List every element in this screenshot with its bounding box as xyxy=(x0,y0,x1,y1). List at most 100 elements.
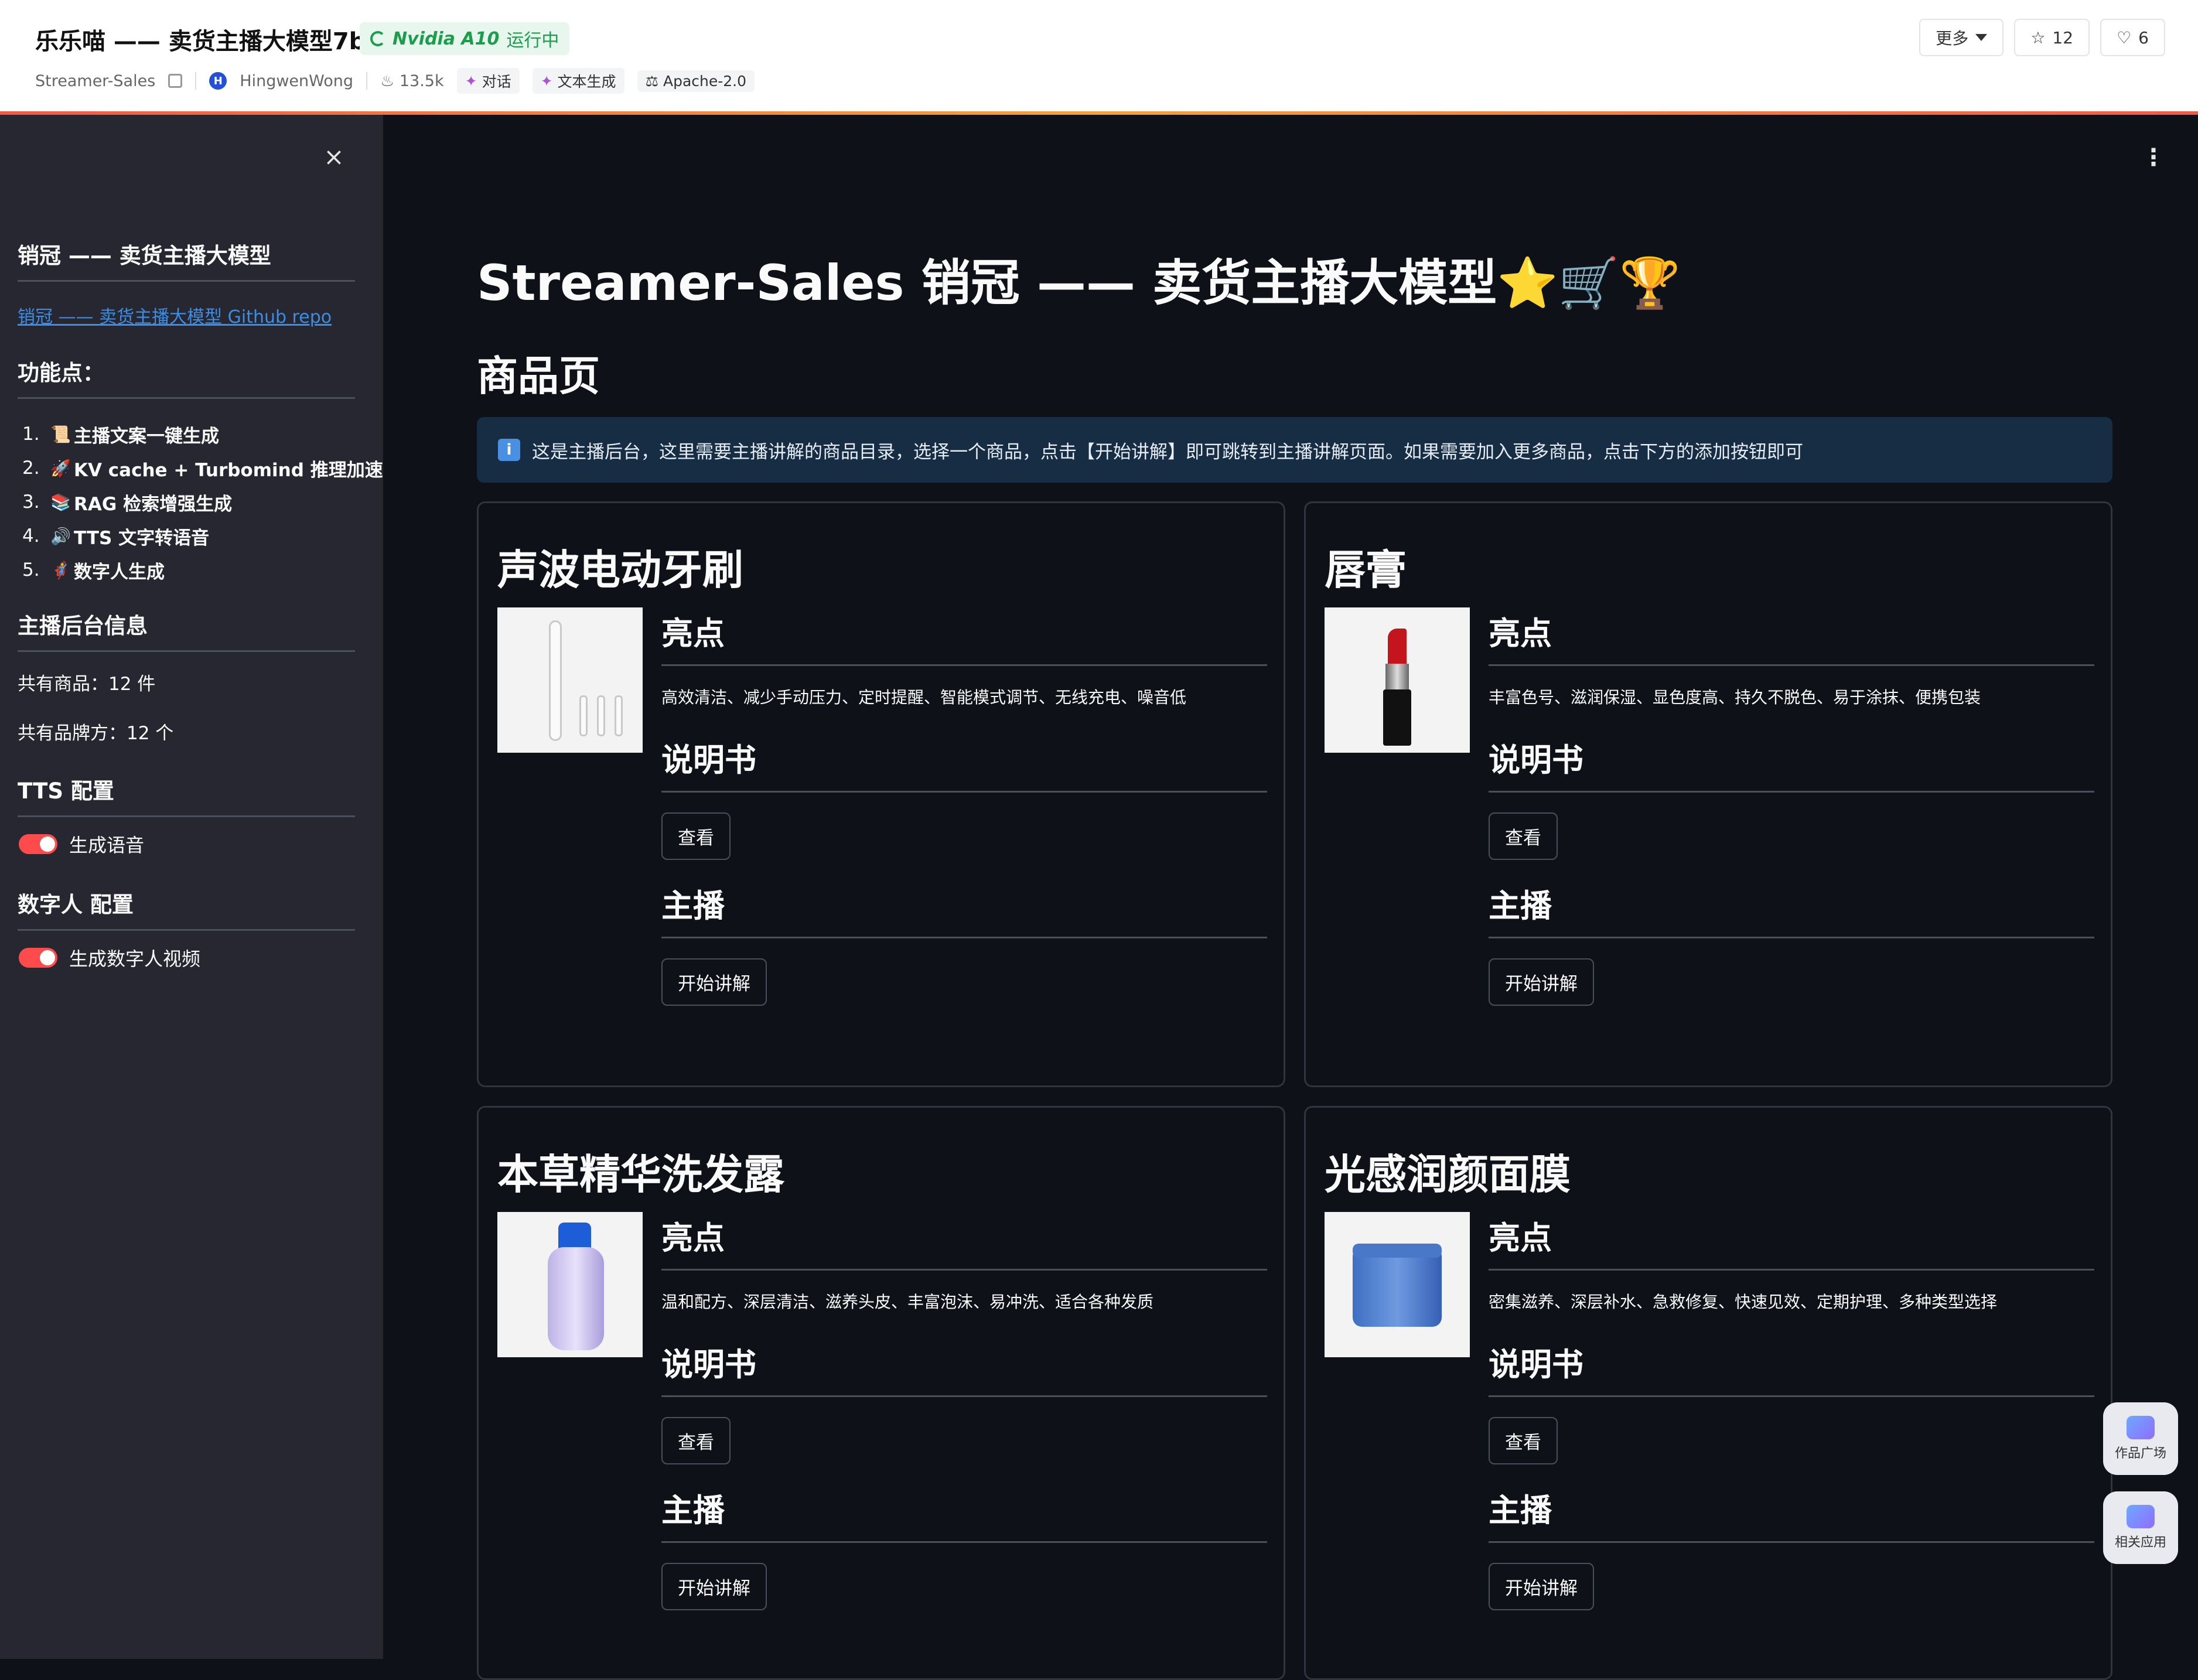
product-highlights: 丰富色号、滋润保湿、显色度高、持久不脱色、易于涂抹、便携包装 xyxy=(1489,688,1981,707)
brand-count: 共有品牌方：12 个 xyxy=(18,723,174,744)
star-icon: ☆ xyxy=(2030,28,2046,47)
product-name: 声波电动牙刷 xyxy=(497,546,743,594)
start-explaining-button[interactable]: 开始讲解 xyxy=(661,958,767,1006)
feature-item: 2. 🚀 KV cache + Turbomind 推理加速 xyxy=(18,451,383,485)
license-label: Apache-2.0 xyxy=(663,72,747,90)
related-apps-icon xyxy=(2127,1505,2155,1528)
brush-head xyxy=(579,695,588,736)
fire-icon: ♨ xyxy=(380,71,395,90)
highlights-heading: 亮点 xyxy=(661,1212,1267,1271)
feature-item: 3. 📚 RAG 检索增强生成 xyxy=(18,485,383,519)
info-alert: i 这是主播后台，这里需要主播讲解的商品目录，选择一个商品，点击【开始讲解】即可… xyxy=(477,417,2112,483)
lipstick-base xyxy=(1383,689,1411,746)
digital-human-toggle[interactable] xyxy=(19,948,57,968)
view-manual-button[interactable]: 查看 xyxy=(661,1417,731,1464)
more-button[interactable]: 更多 xyxy=(1919,19,2004,56)
product-image-lipstick xyxy=(1325,607,1470,753)
product-highlights: 高效清洁、减少手动压力、定时提醒、智能模式调节、无线充电、噪音低 xyxy=(661,688,1187,707)
product-highlights: 温和配方、深层清洁、滋养头皮、丰富泡沫、易冲洗、适合各种发质 xyxy=(661,1292,1154,1312)
manual-heading: 说明书 xyxy=(1489,734,2094,793)
gallery-icon xyxy=(2127,1416,2155,1439)
copy-icon[interactable] xyxy=(168,74,183,88)
close-sidebar-icon[interactable]: × xyxy=(321,144,347,170)
space-header: 乐乐喵 —— 卖货主播大模型7b Nvidia A10 运行中 Streamer… xyxy=(0,0,2198,115)
related-apps-widget[interactable]: 相关应用 xyxy=(2103,1491,2178,1564)
manual-heading: 说明书 xyxy=(1489,1338,2094,1397)
books-icon: 📚 xyxy=(50,492,71,512)
view-manual-button[interactable]: 查看 xyxy=(1489,1417,1558,1464)
product-name: 本草精华洗发露 xyxy=(497,1150,784,1198)
manual-heading: 说明书 xyxy=(661,734,1267,793)
sidebar-title: 销冠 —— 卖货主播大模型 xyxy=(18,238,355,282)
main-menu-icon[interactable]: ⋮ xyxy=(2142,144,2165,171)
host-heading: 主播 xyxy=(1489,1484,2094,1543)
product-card: 光感润颜面膜 亮点 密集滋养、深层补水、急救修复、快速见效、定期护理、多种类型选… xyxy=(1304,1106,2112,1680)
view-manual-button[interactable]: 查看 xyxy=(1489,812,1558,860)
running-spinner-icon xyxy=(370,31,385,46)
runtime-status-badge[interactable]: Nvidia A10 运行中 xyxy=(360,22,570,55)
highlights-heading: 亮点 xyxy=(661,607,1267,666)
feature-number: 4. xyxy=(22,525,40,547)
views-count-label: 13.5k xyxy=(399,71,444,90)
feature-label: TTS 文字转语音 xyxy=(74,527,210,549)
product-details: 亮点 密集滋养、深层补水、急救修复、快速见效、定期护理、多种类型选择 说明书 查… xyxy=(1489,1212,2094,1630)
product-card: 本草精华洗发露 亮点 温和配方、深层清洁、滋养头皮、丰富泡沫、易冲洗、适合各种发… xyxy=(477,1106,1285,1680)
feature-number: 3. xyxy=(22,491,40,513)
tag-license[interactable]: ⚖ Apache-2.0 xyxy=(637,70,755,92)
tts-config-heading: TTS 配置 xyxy=(18,773,355,817)
owner-name[interactable]: HingwenWong xyxy=(240,72,353,90)
scroll-icon: 📜 xyxy=(50,424,71,444)
tts-toggle[interactable] xyxy=(19,834,57,854)
sparkle-icon: ✦ xyxy=(465,72,477,90)
status-label: 运行中 xyxy=(506,30,559,51)
tag-text-generation[interactable]: ✦ 文本生成 xyxy=(532,68,624,94)
more-label: 更多 xyxy=(1936,29,1969,48)
product-image-face-mask xyxy=(1325,1212,1470,1357)
owner-avatar[interactable]: H xyxy=(209,72,227,90)
tag-chat[interactable]: ✦ 对话 xyxy=(456,68,520,94)
product-count: 共有商品：12 件 xyxy=(18,674,156,695)
tts-toggle-row[interactable]: 生成语音 xyxy=(19,831,144,858)
star-button[interactable]: ☆ 12 xyxy=(2014,19,2090,56)
star-count: 12 xyxy=(2052,28,2074,47)
repo-name[interactable]: Streamer-Sales xyxy=(35,72,155,90)
highlights-heading: 亮点 xyxy=(1489,1212,2094,1271)
caret-down-icon xyxy=(1975,34,1988,41)
main-content: ⋮ Streamer-Sales 销冠 —— 卖货主播大模型⭐🛒🏆 商品页 i … xyxy=(383,115,2198,1680)
gallery-widget[interactable]: 作品广场 xyxy=(2103,1402,2178,1475)
start-explaining-button[interactable]: 开始讲解 xyxy=(661,1563,767,1610)
github-repo-link[interactable]: 销冠 —— 卖货主播大模型 Github repo xyxy=(18,302,332,328)
page-title: Streamer-Sales 销冠 —— 卖货主播大模型⭐🛒🏆 xyxy=(477,254,1681,312)
bottle-body xyxy=(548,1247,604,1350)
product-card: 唇膏 亮点 丰富色号、滋润保湿、显色度高、持久不脱色、易于涂抹、便携包装 说明书… xyxy=(1304,501,2112,1087)
features-list: 1. 📜 主播文案一键生成 2. 🚀 KV cache + Turbomind 推理加速… xyxy=(18,417,383,587)
jar-lid xyxy=(1353,1244,1442,1258)
favorite-button[interactable]: ♡ 6 xyxy=(2100,19,2165,56)
product-details: 亮点 丰富色号、滋润保湿、显色度高、持久不脱色、易于涂抹、便携包装 说明书 查看… xyxy=(1489,607,2094,1026)
digital-human-toggle-row[interactable]: 生成数字人视频 xyxy=(19,944,200,971)
view-manual-button[interactable]: 查看 xyxy=(661,812,731,860)
related-apps-label: 相关应用 xyxy=(2114,1535,2166,1550)
tag-label: 对话 xyxy=(482,73,511,90)
gallery-label: 作品广场 xyxy=(2114,1446,2166,1461)
heart-icon: ♡ xyxy=(2117,28,2132,47)
digital-human-config-heading: 数字人 配置 xyxy=(18,887,355,931)
highlights-heading: 亮点 xyxy=(1489,607,2094,666)
start-explaining-button[interactable]: 开始讲解 xyxy=(1489,958,1594,1006)
hardware-label: Nvidia A10 xyxy=(392,28,500,49)
info-text: 这是主播后台，这里需要主播讲解的商品目录，选择一个商品，点击【开始讲解】即可跳转… xyxy=(532,441,1803,463)
feature-label: 数字人生成 xyxy=(74,561,165,583)
jar-body xyxy=(1353,1247,1442,1327)
section-title: 商品页 xyxy=(477,352,600,400)
feature-number: 5. xyxy=(22,559,40,581)
lipstick-tip xyxy=(1388,629,1407,666)
header-actions: 更多 ☆ 12 ♡ 6 xyxy=(1919,19,2165,56)
favorite-count: 6 xyxy=(2138,28,2149,47)
features-heading: 功能点： xyxy=(18,355,355,399)
lipstick-collar xyxy=(1385,664,1409,692)
feature-label: 主播文案一键生成 xyxy=(74,425,219,447)
start-explaining-button[interactable]: 开始讲解 xyxy=(1489,1563,1594,1610)
feature-label: KV cache + Turbomind 推理加速 xyxy=(74,459,383,481)
rocket-icon: 🚀 xyxy=(50,458,71,478)
sparkle-icon: ✦ xyxy=(540,72,553,90)
